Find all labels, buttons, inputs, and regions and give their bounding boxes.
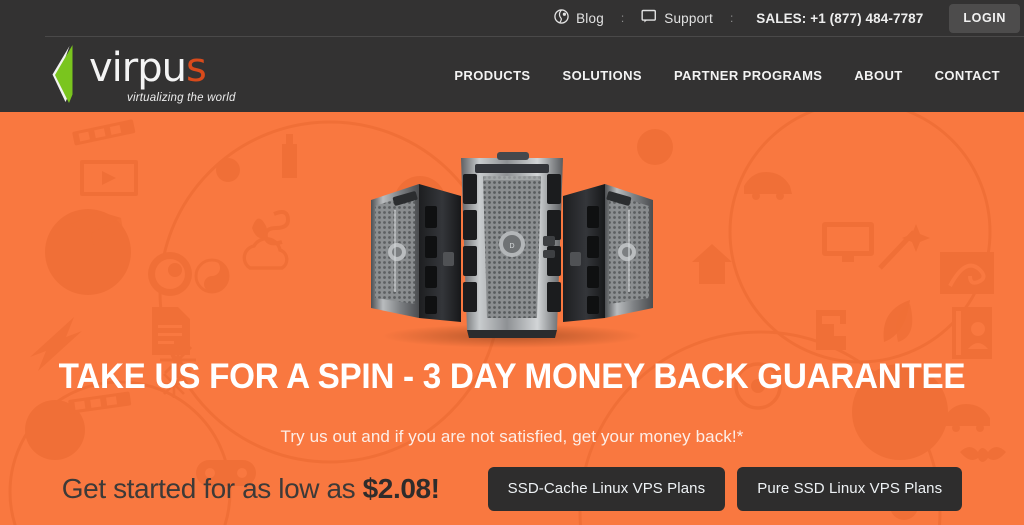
hero-price-amount: $2.08! (362, 473, 440, 504)
brand-wordmark: virpus (89, 45, 207, 91)
topbar-link-blog-label: Blog (576, 10, 604, 26)
topbar-link-blog[interactable]: Blog (546, 9, 612, 27)
topbar-separator-1: : (620, 11, 625, 25)
login-button[interactable]: LOGIN (949, 3, 1020, 33)
hero-banner: D TAKE US FOR A SPIN - 3 DAY MONEY BACK … (0, 112, 1024, 525)
pure-ssd-plans-button[interactable]: Pure SSD Linux VPS Plans (737, 467, 963, 511)
svg-text:D: D (509, 243, 514, 250)
topbar-separator-2: : (729, 11, 734, 25)
topbar-link-support[interactable]: Support (633, 9, 721, 27)
ssd-cache-plans-button[interactable]: SSD-Cache Linux VPS Plans (487, 467, 726, 511)
hero-price-prefix: Get started for as low as (61, 473, 363, 504)
hero-price-line: Get started for as low as $2.08! (62, 473, 440, 505)
globe-icon (554, 9, 569, 27)
topbar-link-support-label: Support (664, 10, 713, 26)
hero-servers-image: D (357, 140, 667, 350)
hero-subheadline: Try us out and if you are not satisfied,… (280, 427, 744, 446)
brand-tagline: virtualizing the world (127, 92, 236, 104)
chat-bubble-icon (641, 9, 657, 27)
nav-item-solutions[interactable]: SOLUTIONS (547, 62, 658, 89)
sales-phone[interactable]: SALES: +1 (877) 484-7787 (742, 11, 933, 26)
nav-item-partner-programs[interactable]: PARTNER PROGRAMS (658, 62, 838, 89)
nav-item-about[interactable]: ABOUT (838, 62, 918, 89)
header-divider (45, 36, 1024, 37)
utility-topbar: Blog : Support : SALES: +1 (877) 484-778… (0, 0, 1024, 36)
brand-logo[interactable]: virpus virtualizing the world (45, 44, 245, 106)
site-header: Blog : Support : SALES: +1 (877) 484-778… (0, 0, 1024, 112)
hero-cta-row: Get started for as low as $2.08! SSD-Cac… (0, 464, 1024, 514)
hero-headline: TAKE US FOR A SPIN - 3 DAY MONEY BACK GU… (58, 357, 966, 396)
main-navigation: PRODUCTS SOLUTIONS PARTNER PROGRAMS ABOU… (438, 62, 1016, 89)
nav-item-products[interactable]: PRODUCTS (438, 62, 546, 89)
brand-wordmark-main: virpu (89, 45, 187, 91)
page-root: Blog : Support : SALES: +1 (877) 484-778… (0, 0, 1024, 525)
nav-item-contact[interactable]: CONTACT (919, 62, 1016, 89)
brand-wordmark-accent: s (185, 45, 207, 91)
